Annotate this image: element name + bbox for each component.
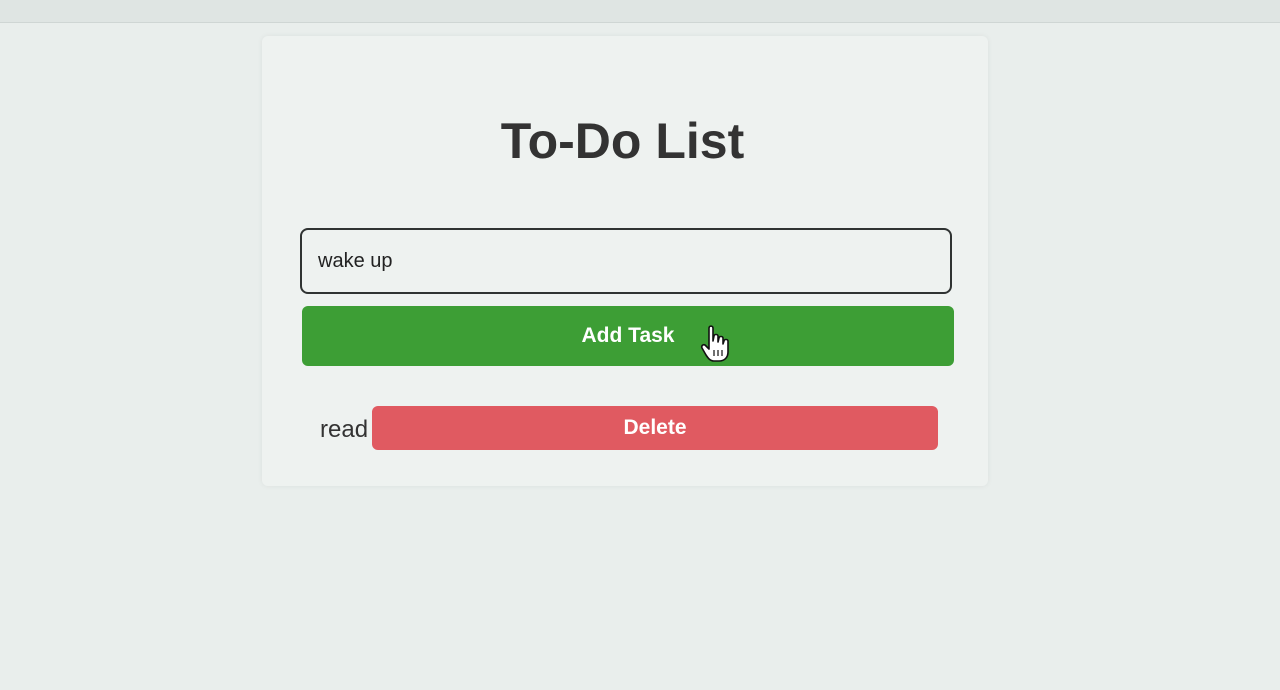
task-text: read bbox=[320, 416, 369, 443]
task-input[interactable] bbox=[300, 228, 952, 294]
page-title: To-Do List bbox=[500, 113, 745, 169]
browser-top-edge bbox=[0, 0, 1280, 23]
delete-button[interactable]: Delete bbox=[372, 406, 938, 450]
task-item: read Delete bbox=[320, 404, 940, 452]
add-task-button[interactable]: Add Task bbox=[302, 306, 954, 366]
hand-pointer-icon bbox=[700, 325, 729, 362]
